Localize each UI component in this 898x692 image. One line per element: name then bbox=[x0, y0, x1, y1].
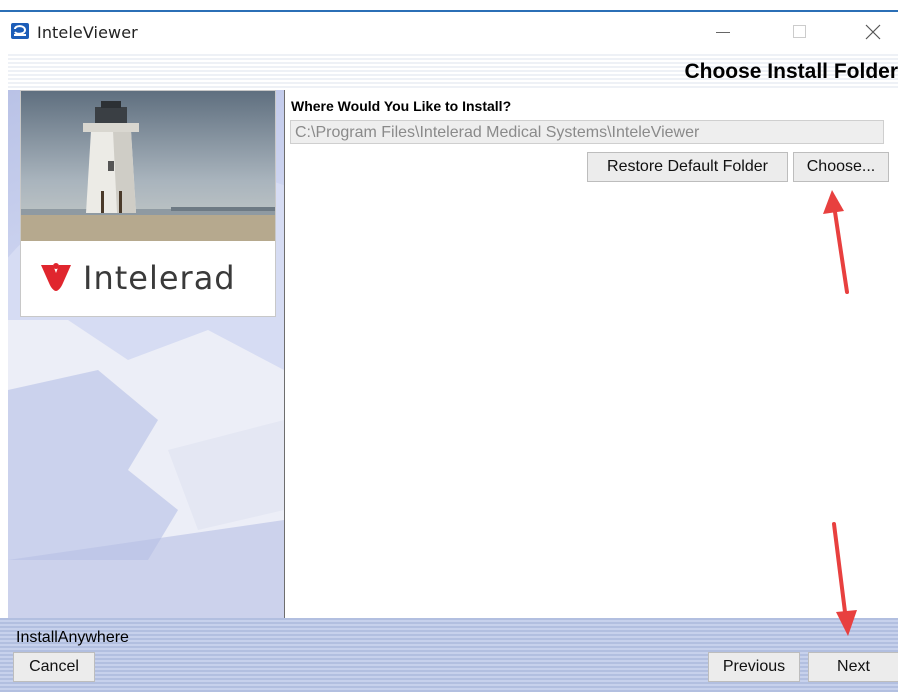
main-content: Where Would You Like to Install? C:\Prog… bbox=[284, 90, 898, 618]
header-band: Choose Install Folder bbox=[8, 52, 898, 90]
lighthouse-photo bbox=[21, 91, 275, 241]
previous-button[interactable]: Previous bbox=[708, 652, 800, 682]
install-prompt: Where Would You Like to Install? bbox=[291, 98, 512, 114]
restore-default-folder-button[interactable]: Restore Default Folder bbox=[587, 152, 788, 182]
intelerad-logo-text: Intelerad bbox=[83, 259, 236, 297]
choose-button[interactable]: Choose... bbox=[793, 152, 889, 182]
title-bar: InteleViewer bbox=[0, 12, 898, 50]
footer-bar: InstallAnywhere Cancel Previous Next bbox=[0, 618, 898, 692]
maximize-icon[interactable] bbox=[776, 12, 822, 50]
cancel-button[interactable]: Cancel bbox=[13, 652, 95, 682]
install-path-field[interactable]: C:\Program Files\Intelerad Medical Syste… bbox=[290, 120, 884, 144]
intelerad-logo-icon bbox=[39, 263, 73, 298]
minimize-icon[interactable] bbox=[700, 12, 746, 50]
close-icon[interactable] bbox=[850, 12, 896, 50]
installer-window: InteleViewer Choose Install Folder Intel… bbox=[0, 10, 898, 692]
page-title: Choose Install Folder bbox=[684, 60, 898, 83]
next-button[interactable]: Next bbox=[808, 652, 898, 682]
window-title: InteleViewer bbox=[37, 23, 138, 42]
installanywhere-label: InstallAnywhere bbox=[16, 629, 129, 646]
brand-card: Intelerad bbox=[20, 90, 276, 317]
inteleviewer-app-icon bbox=[11, 23, 29, 39]
left-graphic-panel: Intelerad bbox=[8, 90, 284, 618]
intelerad-logo: Intelerad bbox=[21, 241, 275, 316]
